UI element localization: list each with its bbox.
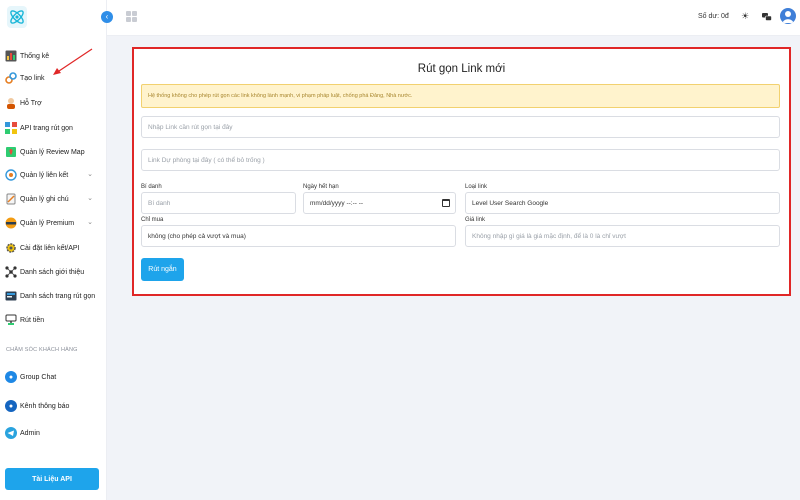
- price-label: Giá link: [465, 217, 486, 223]
- sun-icon[interactable]: ☀: [741, 11, 751, 21]
- chat-icon[interactable]: [762, 12, 772, 22]
- sidebar-item-label: Cài đặt liên kết/API: [20, 244, 80, 252]
- sidebar-item-label: Thống kê: [20, 52, 50, 60]
- link-type-label: Loại link: [465, 184, 488, 190]
- price-input[interactable]: Không nhập gì giá là giá mặc định, để là…: [465, 225, 780, 247]
- create-link-card: Rút gọn Link mới Hệ thống không cho phép…: [132, 47, 791, 296]
- group-chat-icon: ●: [5, 371, 17, 383]
- user-avatar[interactable]: [780, 8, 796, 24]
- support-icon: [5, 97, 17, 109]
- api-docs-button[interactable]: Tài Liệu API: [5, 468, 99, 490]
- map-icon: [5, 146, 17, 158]
- sidebar-item-ho-tro[interactable]: Hỗ Trợ: [5, 95, 103, 111]
- sidebar-item-label: Quản lý liên kết: [20, 171, 69, 179]
- sidebar-item-label: Hỗ Trợ: [20, 99, 42, 107]
- sidebar-item-kenh-thong-bao[interactable]: ● Kênh thông báo: [5, 398, 103, 414]
- shorten-button[interactable]: Rút ngắn: [141, 258, 184, 281]
- chart-icon: [5, 50, 17, 62]
- calendar-icon[interactable]: [442, 199, 450, 207]
- chevron-down-icon: ⌄: [87, 219, 93, 226]
- app-logo-icon[interactable]: [6, 5, 28, 29]
- sidebar-item-api-trang-rut-gon[interactable]: API trang rút gọn: [5, 120, 103, 136]
- apps-grid-icon[interactable]: [126, 11, 137, 22]
- alias-label: Bí danh: [141, 184, 162, 190]
- sidebar-item-group-chat[interactable]: ● Group Chat: [5, 369, 103, 385]
- expiry-label: Ngày hết hạn: [303, 184, 339, 190]
- sidebar-item-label: Danh sách giới thiệu: [20, 268, 85, 276]
- collapse-sidebar-button[interactable]: ‹: [101, 11, 113, 23]
- chevron-down-icon: ⌄: [87, 171, 93, 178]
- settings-icon: [5, 242, 17, 254]
- sidebar-item-label: Danh sách trang rút gọn: [20, 292, 96, 300]
- api-icon: [5, 122, 17, 134]
- sidebar-item-danh-sach-gioi-thieu[interactable]: Danh sách giới thiệu: [5, 264, 103, 280]
- annotation-arrow-icon: [53, 48, 93, 75]
- sidebar-item-danh-sach-trang-rut-gon[interactable]: Danh sách trang rút gọn: [5, 288, 103, 304]
- sidebar-item-label: Admin: [20, 429, 40, 437]
- sidebar-item-quan-ly-premium[interactable]: Quản lý Premium ⌄: [5, 215, 103, 231]
- backup-link-input[interactable]: Link Dự phòng tại đây ( có thể bỏ trống …: [141, 149, 780, 171]
- pages-icon: [5, 290, 17, 302]
- buy-only-label: Chỉ mua: [141, 217, 164, 223]
- expiry-value: mm/dd/yyyy --:-- --: [310, 199, 364, 207]
- withdraw-icon: [5, 314, 17, 326]
- buy-only-select[interactable]: không (cho phép cả vượt và mua): [141, 225, 456, 247]
- sidebar-item-label: Tạo link: [20, 74, 45, 82]
- link-icon: [5, 72, 17, 84]
- sidebar-item-label: Kênh thông báo: [20, 402, 70, 410]
- topbar: ‹ Số dư: 0đ ☀: [101, 0, 800, 36]
- sidebar-item-cai-dat[interactable]: Cài đặt liên kết/API: [5, 240, 103, 256]
- sidebar-item-rut-tien[interactable]: Rút tiền: [5, 312, 103, 328]
- sidebar-item-label: Quản lý Review Map: [20, 148, 85, 156]
- links-icon: [5, 169, 17, 181]
- sidebar-item-label: Quản lý ghi chú: [20, 195, 69, 203]
- sidebar-item-label: Rút tiền: [20, 316, 45, 324]
- link-type-select[interactable]: Level User Search Google: [465, 192, 780, 214]
- channel-icon: ●: [5, 400, 17, 412]
- alias-input[interactable]: Bí danh: [141, 192, 296, 214]
- sidebar-item-review-map[interactable]: Quản lý Review Map: [5, 144, 103, 160]
- sidebar-item-label: API trang rút gọn: [20, 124, 73, 132]
- chevron-down-icon: ⌄: [87, 195, 93, 202]
- sidebar-item-quan-ly-lien-ket[interactable]: Quản lý liên kết ⌄: [5, 167, 103, 183]
- sidebar-item-quan-ly-ghi-chu[interactable]: Quản lý ghi chú ⌄: [5, 191, 103, 207]
- referral-icon: [5, 266, 17, 278]
- warning-notice: Hệ thống không cho phép rút gọn các link…: [141, 84, 780, 108]
- balance-display: Số dư: 0đ: [698, 13, 729, 20]
- premium-icon: [5, 217, 17, 229]
- note-icon: [5, 193, 17, 205]
- telegram-icon: [5, 427, 17, 439]
- expiry-date-input[interactable]: mm/dd/yyyy --:-- --: [303, 192, 456, 214]
- sidebar-item-label: Group Chat: [20, 373, 57, 381]
- page-title: Rút gọn Link mới: [417, 63, 506, 75]
- sidebar-item-admin[interactable]: Admin: [5, 425, 103, 441]
- sidebar-item-label: Quản lý Premium: [20, 219, 75, 227]
- link-input[interactable]: Nhập Link cần rút gọn tại đây: [141, 116, 780, 138]
- section-heading: CHĂM SÓC KHÁCH HÀNG: [6, 347, 78, 353]
